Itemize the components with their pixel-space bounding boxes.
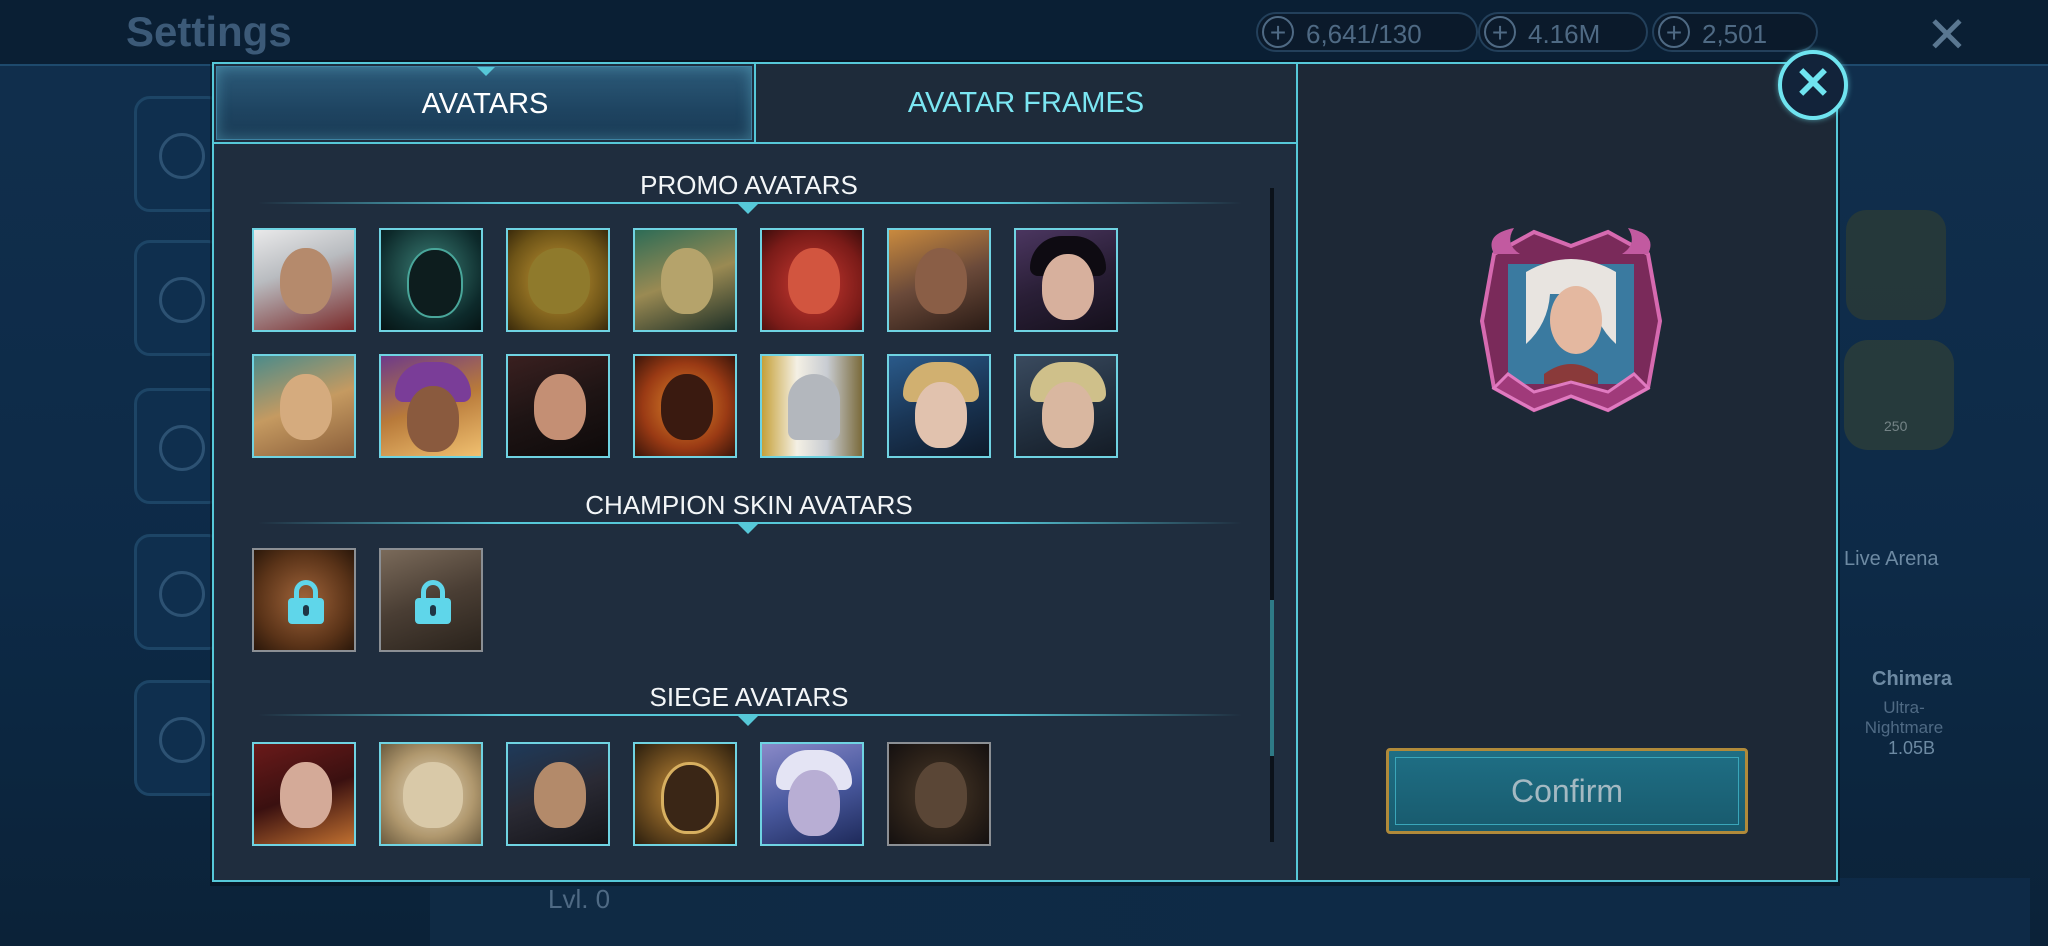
avatar-promo-12[interactable] <box>760 354 864 458</box>
plus-icon[interactable]: + <box>1262 16 1294 48</box>
avatar-portrait <box>661 248 713 314</box>
avatar-portrait <box>403 762 463 828</box>
dragon-emblem-icon <box>1846 210 1946 320</box>
avatar-portrait <box>788 248 840 314</box>
globe-icon <box>159 717 205 763</box>
info-icon <box>159 571 205 617</box>
avatar-portrait <box>661 762 719 834</box>
avatar-portrait <box>788 770 840 836</box>
section-title-siege: SIEGE AVATARS <box>649 682 849 712</box>
section-notch <box>738 524 758 534</box>
section-notch <box>738 716 758 726</box>
gear-icon <box>159 425 205 471</box>
avatar-promo-1[interactable] <box>252 228 356 332</box>
rank-number: 250 <box>1884 418 1908 434</box>
avatar-promo-14[interactable] <box>1014 354 1118 458</box>
close-icon: ✕ <box>1794 59 1832 108</box>
avatar-list-pane: AVATARS AVATAR FRAMES PROMO AVATARS CHAM… <box>214 64 1296 880</box>
avatar-portrait <box>534 374 586 440</box>
avatar-promo-8[interactable] <box>252 354 356 458</box>
avatar-portrait <box>528 248 590 314</box>
lock-icon <box>288 580 324 624</box>
chimera-label: Chimera <box>1872 668 1953 690</box>
tab-avatar-frames-label: AVATAR FRAMES <box>907 87 1145 119</box>
avatar-promo-6[interactable] <box>887 228 991 332</box>
selected-avatar-preview <box>1474 224 1668 418</box>
profile-icon <box>159 133 205 179</box>
avatar-siege-5[interactable] <box>760 742 864 846</box>
avatar-promo-2[interactable] <box>379 228 483 332</box>
background-bottom-bar: Lvl. 0 <box>430 878 2030 946</box>
avatar-siege-3[interactable] <box>506 742 610 846</box>
avatar-siege-1[interactable] <box>252 742 356 846</box>
confirm-button[interactable]: Confirm <box>1386 748 1748 834</box>
avatar-siege-2[interactable] <box>379 742 483 846</box>
avatar-promo-11[interactable] <box>633 354 737 458</box>
avatar-promo-13[interactable] <box>887 354 991 458</box>
avatar-portrait <box>915 248 967 314</box>
avatar-portrait <box>1042 382 1094 448</box>
silver-value: 4.16M <box>1528 19 1601 49</box>
avatar-portrait <box>280 248 332 314</box>
avatar-promo-9[interactable] <box>379 354 483 458</box>
avatar-portrait <box>788 374 840 440</box>
energy-value: 6,641/130 <box>1306 19 1422 49</box>
avatar-promo-4[interactable] <box>633 228 737 332</box>
live-arena-label: Live Arena <box>1844 548 1939 570</box>
avatar-siege-6[interactable] <box>887 742 991 846</box>
level-text: Lvl. 0 <box>548 884 611 914</box>
confirm-label: Confirm <box>1510 773 1623 809</box>
avatar-promo-5[interactable] <box>760 228 864 332</box>
avatar-promo-10[interactable] <box>506 354 610 458</box>
tab-avatar-frames[interactable]: AVATAR FRAMES <box>754 64 1296 142</box>
avatar-portrait <box>915 382 967 448</box>
scrollbar-thumb[interactable] <box>1270 600 1274 756</box>
avatar-promo-3[interactable] <box>506 228 610 332</box>
gem-counter[interactable]: + 2,501 <box>1652 12 1818 52</box>
avatar-siege-4[interactable] <box>633 742 737 846</box>
avatar-portrait <box>407 248 463 318</box>
tab-divider <box>214 142 1296 144</box>
page-title: Settings <box>126 8 292 55</box>
avatar-portrait <box>280 762 332 828</box>
plus-icon[interactable]: + <box>1658 16 1690 48</box>
user-icon <box>159 277 205 323</box>
background-right-panel: 250 Live Arena Chimera Ultra-Nightmare 1… <box>1836 100 2048 860</box>
rank-emblem-icon: 250 <box>1844 340 1954 450</box>
avatar-portrait <box>407 386 459 452</box>
tab-avatars[interactable]: AVATARS <box>216 66 752 140</box>
avatar-portrait <box>661 374 713 440</box>
section-notch <box>738 204 758 214</box>
silver-counter[interactable]: + 4.16M <box>1478 12 1648 52</box>
avatar-preview-pane: Confirm <box>1298 64 1836 880</box>
avatar-portrait <box>1042 254 1094 320</box>
energy-counter[interactable]: + 6,641/130 <box>1256 12 1478 52</box>
avatar-skin-2-locked[interactable] <box>379 548 483 652</box>
gem-value: 2,501 <box>1702 19 1768 49</box>
avatar-promo-7[interactable] <box>1014 228 1118 332</box>
plus-icon[interactable]: + <box>1484 16 1516 48</box>
background-close-icon[interactable]: ✕ <box>1926 6 1968 64</box>
section-title-promo: PROMO AVATARS <box>640 170 858 200</box>
section-title-champion-skin: CHAMPION SKIN AVATARS <box>585 490 913 520</box>
avatar-skin-1-locked[interactable] <box>252 548 356 652</box>
avatar-portrait <box>915 762 967 828</box>
tab-avatars-label: AVATARS <box>421 88 549 120</box>
lock-icon <box>415 580 451 624</box>
close-button[interactable]: ✕ <box>1778 50 1848 120</box>
avatar-portrait <box>280 374 332 440</box>
chimera-damage: 1.05B <box>1888 738 1936 758</box>
top-bar: Settings + 6,641/130 + 4.16M + 2,501 ✕ <box>0 0 2048 66</box>
avatar-portrait <box>534 762 586 828</box>
avatar-picker-modal: AVATARS AVATAR FRAMES PROMO AVATARS CHAM… <box>212 62 1838 882</box>
chimera-difficulty: Ultra-Nightmare <box>1864 698 1944 737</box>
